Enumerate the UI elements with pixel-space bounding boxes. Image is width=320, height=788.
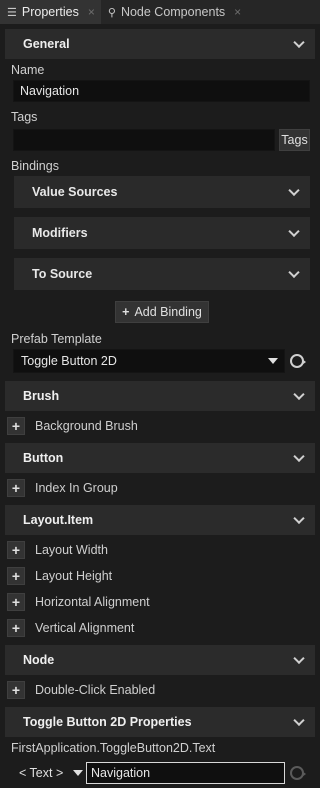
add-property-button[interactable]: + bbox=[7, 567, 25, 585]
section-title: Button bbox=[23, 451, 64, 465]
add-property-button[interactable]: + bbox=[7, 619, 25, 637]
property-row: + Double-Click Enabled bbox=[0, 677, 320, 703]
chevron-down-icon[interactable] bbox=[288, 266, 300, 279]
chevron-down-icon[interactable] bbox=[293, 512, 305, 525]
tab-node-components-label: Node Components bbox=[120, 5, 226, 19]
chevron-down-icon[interactable] bbox=[288, 225, 300, 238]
section-title: Brush bbox=[23, 389, 60, 403]
type-selector-value: < Text > bbox=[19, 766, 64, 780]
type-selector[interactable]: < Text > bbox=[14, 762, 84, 784]
tab-properties-label: Properties bbox=[21, 5, 79, 19]
revert-icon bbox=[290, 766, 306, 780]
to-source-header[interactable]: To Source bbox=[14, 258, 310, 290]
tab-node-components[interactable]: ⚲ Node Components × bbox=[101, 0, 247, 24]
value-sources-header[interactable]: Value Sources bbox=[14, 176, 310, 208]
add-binding-button[interactable]: + Add Binding bbox=[115, 301, 209, 323]
name-label: Name bbox=[11, 63, 45, 77]
revert-icon[interactable] bbox=[290, 354, 306, 368]
chevron-down-icon[interactable] bbox=[293, 652, 305, 665]
property-label: Layout Height bbox=[35, 569, 113, 583]
text-value-field[interactable]: Navigation bbox=[86, 762, 285, 784]
property-row: + Index In Group bbox=[0, 475, 320, 501]
property-label: Double-Click Enabled bbox=[35, 683, 156, 697]
add-property-button[interactable]: + bbox=[7, 541, 25, 559]
property-label: Horizontal Alignment bbox=[35, 595, 150, 609]
add-property-button[interactable]: + bbox=[7, 593, 25, 611]
section-title: General bbox=[23, 37, 70, 51]
section-toggle-button-header[interactable]: Toggle Button 2D Properties bbox=[5, 707, 315, 737]
property-row: + Layout Width bbox=[0, 537, 320, 563]
add-property-button[interactable]: + bbox=[7, 417, 25, 435]
property-row: + Layout Height bbox=[0, 563, 320, 589]
property-label: Vertical Alignment bbox=[35, 621, 135, 635]
section-general-header[interactable]: General bbox=[5, 29, 315, 59]
modifiers-header[interactable]: Modifiers bbox=[14, 217, 310, 249]
name-field[interactable]: Navigation bbox=[13, 80, 310, 102]
properties-panel: General Name Navigation Tags Tags Bindin… bbox=[0, 24, 320, 788]
add-property-button[interactable]: + bbox=[7, 681, 25, 699]
plus-icon: + bbox=[122, 305, 130, 319]
section-button-header[interactable]: Button bbox=[5, 443, 315, 473]
prefab-template-value: Toggle Button 2D bbox=[21, 354, 117, 368]
tags-button-label: Tags bbox=[281, 133, 308, 147]
tags-button[interactable]: Tags bbox=[279, 129, 310, 151]
add-property-button[interactable]: + bbox=[7, 479, 25, 497]
chevron-down-icon[interactable] bbox=[293, 388, 305, 401]
prefab-template-dropdown[interactable]: Toggle Button 2D bbox=[13, 349, 285, 373]
to-source-title: To Source bbox=[32, 267, 93, 281]
value-sources-title: Value Sources bbox=[32, 185, 118, 199]
property-row: + Background Brush bbox=[0, 413, 320, 439]
property-label: Layout Width bbox=[35, 543, 108, 557]
property-row: + Horizontal Alignment bbox=[0, 589, 320, 615]
property-row: + Vertical Alignment bbox=[0, 615, 320, 641]
chevron-down-icon[interactable] bbox=[293, 714, 305, 727]
section-layout-item-header[interactable]: Layout.Item bbox=[5, 505, 315, 535]
close-icon[interactable]: × bbox=[88, 5, 95, 19]
chevron-down-icon[interactable] bbox=[293, 36, 305, 49]
section-title: Node bbox=[23, 653, 55, 667]
tags-field[interactable] bbox=[13, 129, 275, 151]
close-icon[interactable]: × bbox=[234, 5, 241, 19]
dropdown-arrow-icon bbox=[73, 770, 83, 776]
prefab-template-label: Prefab Template bbox=[11, 332, 102, 346]
dropdown-arrow-icon bbox=[268, 358, 278, 364]
revert-button[interactable] bbox=[290, 766, 306, 780]
node-components-icon: ⚲ bbox=[107, 6, 116, 19]
section-title: Layout.Item bbox=[23, 513, 94, 527]
bindings-label: Bindings bbox=[11, 159, 59, 173]
section-node-header[interactable]: Node bbox=[5, 645, 315, 675]
tab-bar: ☰ Properties × ⚲ Node Components × bbox=[0, 0, 320, 24]
property-label: Index In Group bbox=[35, 481, 118, 495]
add-binding-label: Add Binding bbox=[134, 305, 202, 319]
property-path-label: FirstApplication.ToggleButton2D.Text bbox=[11, 741, 216, 755]
tags-label: Tags bbox=[11, 110, 38, 124]
property-label: Background Brush bbox=[35, 419, 138, 433]
chevron-down-icon[interactable] bbox=[293, 450, 305, 463]
chevron-down-icon[interactable] bbox=[288, 184, 300, 197]
list-icon: ☰ bbox=[7, 6, 17, 19]
section-title: Toggle Button 2D Properties bbox=[23, 715, 192, 729]
section-brush-header[interactable]: Brush bbox=[5, 381, 315, 411]
modifiers-title: Modifiers bbox=[32, 226, 88, 240]
tab-properties[interactable]: ☰ Properties × bbox=[0, 0, 101, 24]
